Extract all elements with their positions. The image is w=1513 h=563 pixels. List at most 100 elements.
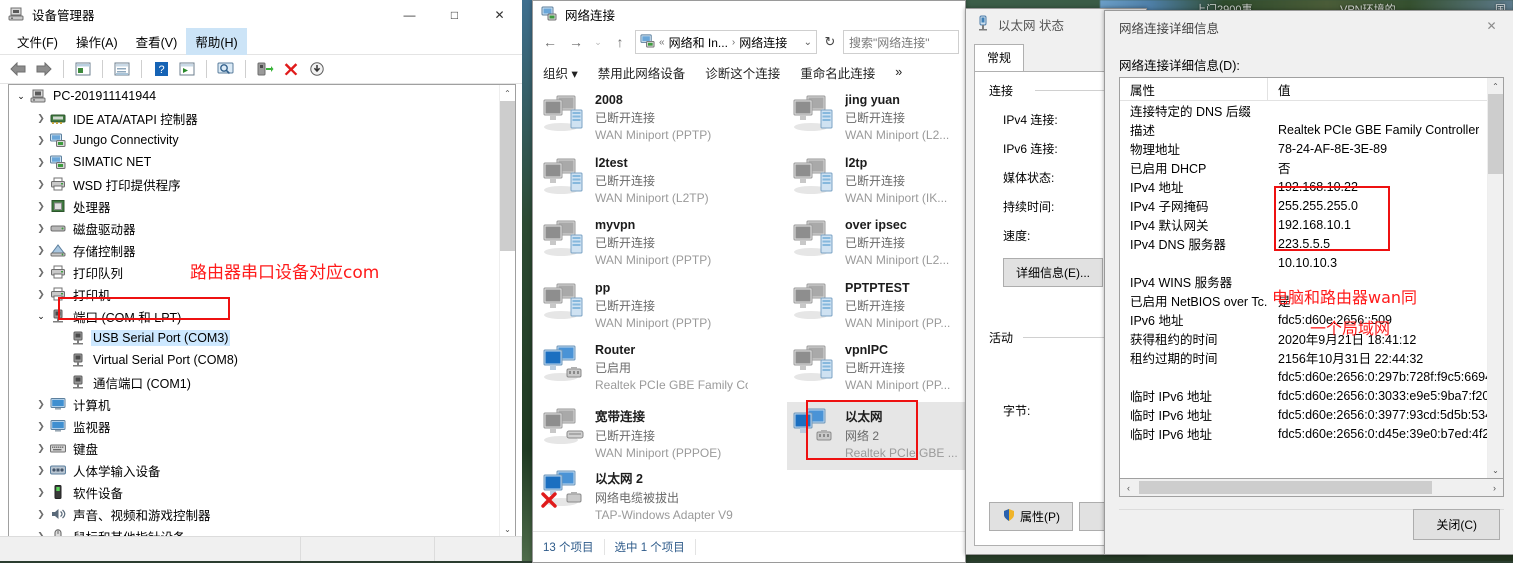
scroll-left-arrow[interactable]: ‹	[1120, 483, 1137, 493]
help-icon[interactable]: ?	[149, 58, 173, 80]
disable-device-button[interactable]: 禁用此网络设备	[588, 58, 696, 87]
column-header-property[interactable]: 属性	[1120, 78, 1268, 100]
update-driver-icon[interactable]	[110, 58, 134, 80]
connection-item[interactable]: jing yuan 已断开连接 WAN Miniport (L2...	[787, 89, 965, 157]
chevron-right-icon[interactable]: ❯	[33, 509, 49, 520]
connection-item[interactable]: Router 已启用 Realtek PCIe GBE Family Contr..…	[537, 339, 752, 407]
maximize-button[interactable]: □	[432, 0, 477, 30]
tree-node[interactable]: Virtual Serial Port (COM8)	[9, 349, 515, 371]
chevron-right-icon[interactable]: ❯	[33, 421, 49, 432]
connection-item[interactable]: myvpn 已断开连接 WAN Miniport (PPTP)	[537, 214, 752, 282]
network-details-row[interactable]: fdc5:d60e:2656:0:297b:728f:f9c5:6694	[1120, 367, 1503, 386]
column-header-value[interactable]: 值	[1268, 80, 1291, 99]
up-button[interactable]: ↑	[609, 31, 631, 53]
connection-item[interactable]: l2test 已断开连接 WAN Miniport (L2TP)	[537, 152, 752, 220]
network-details-row[interactable]: 临时 IPv6 地址 fdc5:d60e:2656:0:d45e:39e0:b7e…	[1120, 424, 1503, 443]
scroll-down-arrow[interactable]: ⌄	[500, 521, 515, 537]
tree-node[interactable]: ❯ 声音、视频和游戏控制器	[9, 503, 515, 525]
chevron-right-icon[interactable]: ❯	[33, 201, 49, 212]
tree-node[interactable]: ❯ WSD 打印提供程序	[9, 173, 515, 195]
hscroll-thumb[interactable]	[1139, 481, 1433, 494]
menu-action[interactable]: 操作(A)	[67, 28, 127, 55]
close-button[interactable]: 关闭(C)	[1413, 509, 1500, 540]
chevron-right-icon[interactable]: ❯	[33, 487, 49, 498]
network-details-row[interactable]: 已启用 DHCP 否	[1120, 158, 1503, 177]
connection-item[interactable]: 以太网 2 网络电缆被拔出 TAP-Windows Adapter V9	[537, 464, 752, 532]
rename-connection-button[interactable]: 重命名此连接	[790, 58, 885, 87]
chevron-right-icon[interactable]: ❯	[33, 399, 49, 410]
network-details-row[interactable]: 物理地址 78-24-AF-8E-3E-89	[1120, 139, 1503, 158]
network-details-row[interactable]: 临时 IPv6 地址 fdc5:d60e:2656:0:3977:93cd:5d5…	[1120, 405, 1503, 424]
breadcrumb-item-1[interactable]: 网络连接	[739, 34, 787, 51]
chevron-right-icon[interactable]: ❯	[33, 465, 49, 476]
connection-item[interactable]: 宽带连接 已断开连接 WAN Miniport (PPPOE)	[537, 402, 752, 470]
recent-locations-button[interactable]: ⌄	[591, 31, 605, 53]
forward-arrow-icon[interactable]	[32, 58, 56, 80]
download-icon[interactable]	[305, 58, 329, 80]
enable-device-icon[interactable]	[253, 58, 277, 80]
address-bar[interactable]: « 网络和 In... › 网络连接 ⌄	[635, 30, 817, 54]
tree-node[interactable]: ❯ 计算机	[9, 393, 515, 415]
tree-node[interactable]: 通信端口 (COM1)	[9, 371, 515, 393]
minimize-button[interactable]: —	[387, 0, 432, 30]
chevron-right-icon[interactable]: ❯	[33, 223, 49, 234]
close-button[interactable]: ✕	[477, 0, 522, 30]
tree-node[interactable]: ⌄ PC-201911141944	[9, 85, 515, 107]
scan-hardware-icon[interactable]	[175, 58, 199, 80]
network-details-row[interactable]: 临时 IPv6 地址 fdc5:d60e:2656:0:3033:e9e5:9ba…	[1120, 386, 1503, 405]
menu-file[interactable]: 文件(F)	[8, 28, 67, 55]
network-details-row[interactable]: IPv4 DNS 服务器 223.5.5.5	[1120, 234, 1503, 253]
properties-icon[interactable]	[71, 58, 95, 80]
connection-item[interactable]: over ipsec 已断开连接 WAN Miniport (L2...	[787, 214, 965, 282]
show-hidden-icon[interactable]	[214, 58, 238, 80]
connection-item[interactable]: PPTPTEST 已断开连接 WAN Miniport (PP...	[787, 277, 965, 345]
connection-item[interactable]: vpnIPC 已断开连接 WAN Miniport (PP...	[787, 339, 965, 407]
network-details-row[interactable]: IPv4 地址 192.168.10.22	[1120, 177, 1503, 196]
breadcrumb-overflow[interactable]: «	[659, 37, 665, 48]
chevron-down-icon[interactable]: ⌄	[13, 91, 29, 102]
network-details-row[interactable]: IPv4 默认网关 192.168.10.1	[1120, 215, 1503, 234]
tree-node[interactable]: ❯ SIMATIC NET	[9, 151, 515, 173]
details-button[interactable]: 详细信息(E)...	[1003, 258, 1103, 287]
organize-button[interactable]: 组织 ▾	[533, 58, 588, 87]
tree-node[interactable]: ❯ IDE ATA/ATAPI 控制器	[9, 107, 515, 129]
uninstall-device-icon[interactable]	[279, 58, 303, 80]
tree-node[interactable]: USB Serial Port (COM3)	[9, 327, 515, 349]
chevron-right-icon[interactable]: ❯	[33, 245, 49, 256]
chevron-right-icon[interactable]: ❯	[33, 289, 49, 300]
scroll-down-arrow[interactable]: ⌄	[1488, 462, 1503, 478]
connection-item[interactable]: 2008 已断开连接 WAN Miniport (PPTP)	[537, 89, 752, 157]
connection-item[interactable]: 以太网 网络 2 Realtek PCIe GBE ...	[787, 401, 965, 470]
chevron-right-icon[interactable]: ❯	[33, 267, 49, 278]
tree-node[interactable]: ❯ 监视器	[9, 415, 515, 437]
chevron-right-icon[interactable]: ❯	[33, 135, 49, 146]
tree-node[interactable]: ❯ 磁盘驱动器	[9, 217, 515, 239]
diagnose-connection-button[interactable]: 诊断这个连接	[695, 58, 790, 87]
device-tree-scrollbar[interactable]: ⌃ ⌄	[499, 85, 515, 537]
connection-item[interactable]: pp 已断开连接 WAN Miniport (PPTP)	[537, 277, 752, 345]
tree-node[interactable]: ❯ 软件设备	[9, 481, 515, 503]
properties-button[interactable]: 属性(P)	[989, 502, 1073, 531]
menu-view[interactable]: 查看(V)	[127, 28, 187, 55]
back-button[interactable]: ←	[539, 31, 561, 53]
scroll-up-arrow[interactable]: ⌃	[1488, 78, 1503, 94]
address-dropdown-icon[interactable]: ⌄	[804, 37, 812, 48]
network-details-hscrollbar[interactable]: ‹ ›	[1119, 479, 1504, 497]
connections-list[interactable]: 2008 已断开连接 WAN Miniport (PPTP) l2test 已断开连接 W…	[533, 87, 965, 532]
search-input[interactable]: 搜索"网络连接"	[843, 30, 959, 54]
network-details-row[interactable]: 描述 Realtek PCIe GBE Family Controller	[1120, 120, 1503, 139]
tree-node[interactable]: ❯ 处理器	[9, 195, 515, 217]
tree-node[interactable]: ❯ Jungo Connectivity	[9, 129, 515, 151]
forward-button[interactable]: →	[565, 31, 587, 53]
chevron-down-icon[interactable]: ⌄	[33, 311, 49, 322]
scroll-right-arrow[interactable]: ›	[1486, 483, 1503, 493]
network-details-row[interactable]: 10.10.10.3	[1120, 253, 1503, 272]
network-details-row[interactable]: 租约过期的时间 2156年10月31日 22:44:32	[1120, 348, 1503, 367]
tree-node[interactable]: ❯ 人体学输入设备	[9, 459, 515, 481]
tab-general[interactable]: 常规	[974, 44, 1025, 71]
device-tree[interactable]: ⌄ PC-201911141944 ❯ IDE ATA/ATAPI 控制器 ❯ Jungo…	[8, 84, 516, 538]
network-details-list[interactable]: 属性 值 连接特定的 DNS 后缀 描述 Realtek PCIe GBE Fami…	[1119, 77, 1504, 479]
network-details-row[interactable]: IPv4 子网掩码 255.255.255.0	[1120, 196, 1503, 215]
tree-node[interactable]: ❯ 键盘	[9, 437, 515, 459]
tree-node[interactable]: ⌄ 端口 (COM 和 LPT)	[9, 305, 515, 327]
